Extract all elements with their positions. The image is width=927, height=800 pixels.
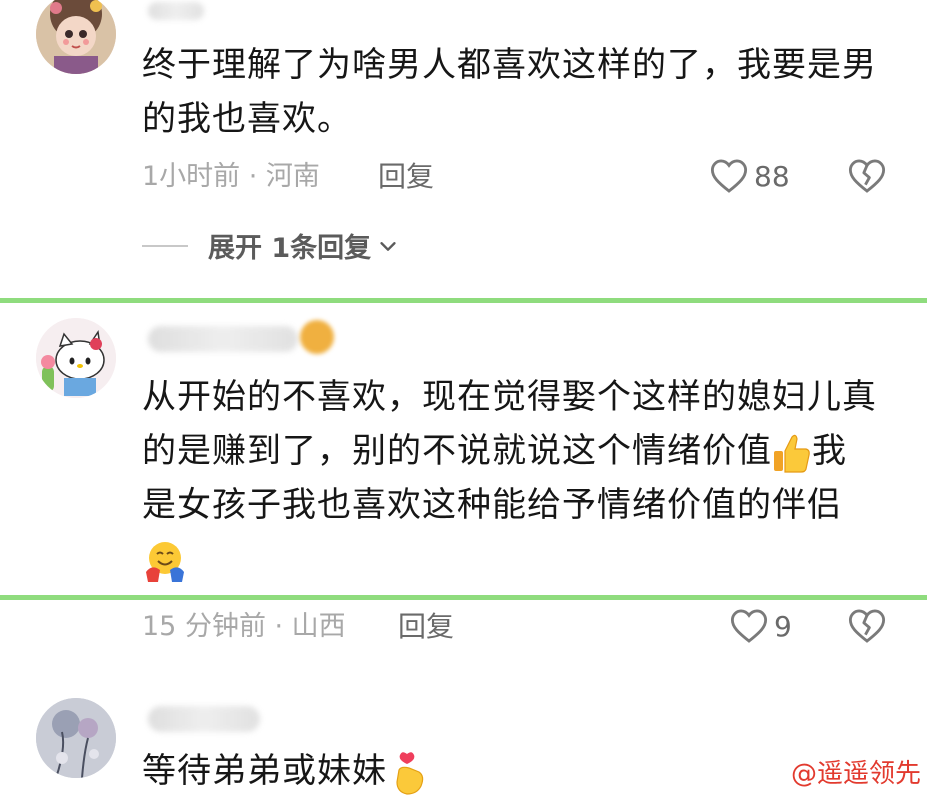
comment-text: 从开始的不喜欢，现在觉得娶个这样的媳妇儿真 的是赚到了，别的不说就说这个情绪价值…	[142, 370, 887, 586]
comment-text-line: 从开始的不喜欢，现在觉得娶个这样的媳妇儿真	[142, 377, 877, 417]
divider-dash	[142, 244, 188, 247]
comment-meta: 15 分钟前 · 山西	[142, 611, 346, 642]
like-button[interactable]: 88	[710, 158, 790, 194]
reply-button[interactable]: 回复	[378, 160, 434, 194]
heart-outline-icon	[730, 609, 768, 643]
chevron-down-icon	[380, 241, 396, 251]
comment-text-line	[142, 532, 887, 586]
avatar[interactable]	[36, 318, 116, 398]
comment-text-fragment: 的是赚到了，别的不说就说这个情绪价值	[142, 431, 772, 471]
comment-1: 终于理解了为啥男人都喜欢这样的了，我要是男的我也喜欢。 1小时前 · 河南 回复…	[0, 0, 927, 300]
username-blurred[interactable]	[148, 2, 204, 20]
avatar-kitty-image	[36, 318, 116, 398]
avatar[interactable]	[36, 0, 116, 74]
dislike-button[interactable]	[848, 158, 886, 198]
hugging-face-emoji	[146, 541, 184, 582]
expand-replies-button[interactable]: 展开 1条回复	[142, 226, 399, 265]
username-blurred[interactable]	[148, 326, 298, 352]
avatar[interactable]	[36, 698, 116, 778]
reply-button[interactable]: 回复	[398, 610, 454, 644]
like-button[interactable]: 9	[730, 608, 792, 644]
comment-3: 等待弟弟或妹妹	[0, 680, 927, 800]
heart-outline-icon	[710, 159, 748, 193]
comment-text-fragment: 我	[812, 431, 847, 471]
avatar-flower-image	[36, 698, 116, 778]
avatar-girl-image	[36, 0, 116, 74]
comment-text-line: 是女孩子我也喜欢这种能给予情绪价值的伴侣	[142, 485, 842, 525]
comment-text: 等待弟弟或妹妹	[142, 744, 887, 798]
broken-heart-icon	[848, 159, 886, 193]
comment-text-line: 的是赚到了，别的不说就说这个情绪价值 我	[142, 424, 887, 478]
dislike-button[interactable]	[848, 608, 886, 648]
comment-meta: 1小时前 · 河南	[142, 161, 320, 192]
finger-heart-emoji	[396, 751, 424, 795]
expand-replies-label: 展开 1条回复	[208, 233, 372, 264]
like-count: 9	[774, 609, 792, 643]
thumbs-up-emoji	[774, 434, 810, 473]
broken-heart-icon	[848, 609, 886, 643]
like-count: 88	[754, 159, 790, 193]
comment-text: 终于理解了为啥男人都喜欢这样的了，我要是男的我也喜欢。	[142, 45, 877, 139]
comment-text-fragment: 等待弟弟或妹妹	[142, 751, 387, 791]
username-badge-blurred	[300, 320, 334, 354]
username-blurred[interactable]	[148, 706, 260, 732]
comment-2: 从开始的不喜欢，现在觉得娶个这样的媳妇儿真 的是赚到了，别的不说就说这个情绪价值…	[0, 300, 927, 660]
watermark: @遥遥领先	[790, 759, 921, 789]
